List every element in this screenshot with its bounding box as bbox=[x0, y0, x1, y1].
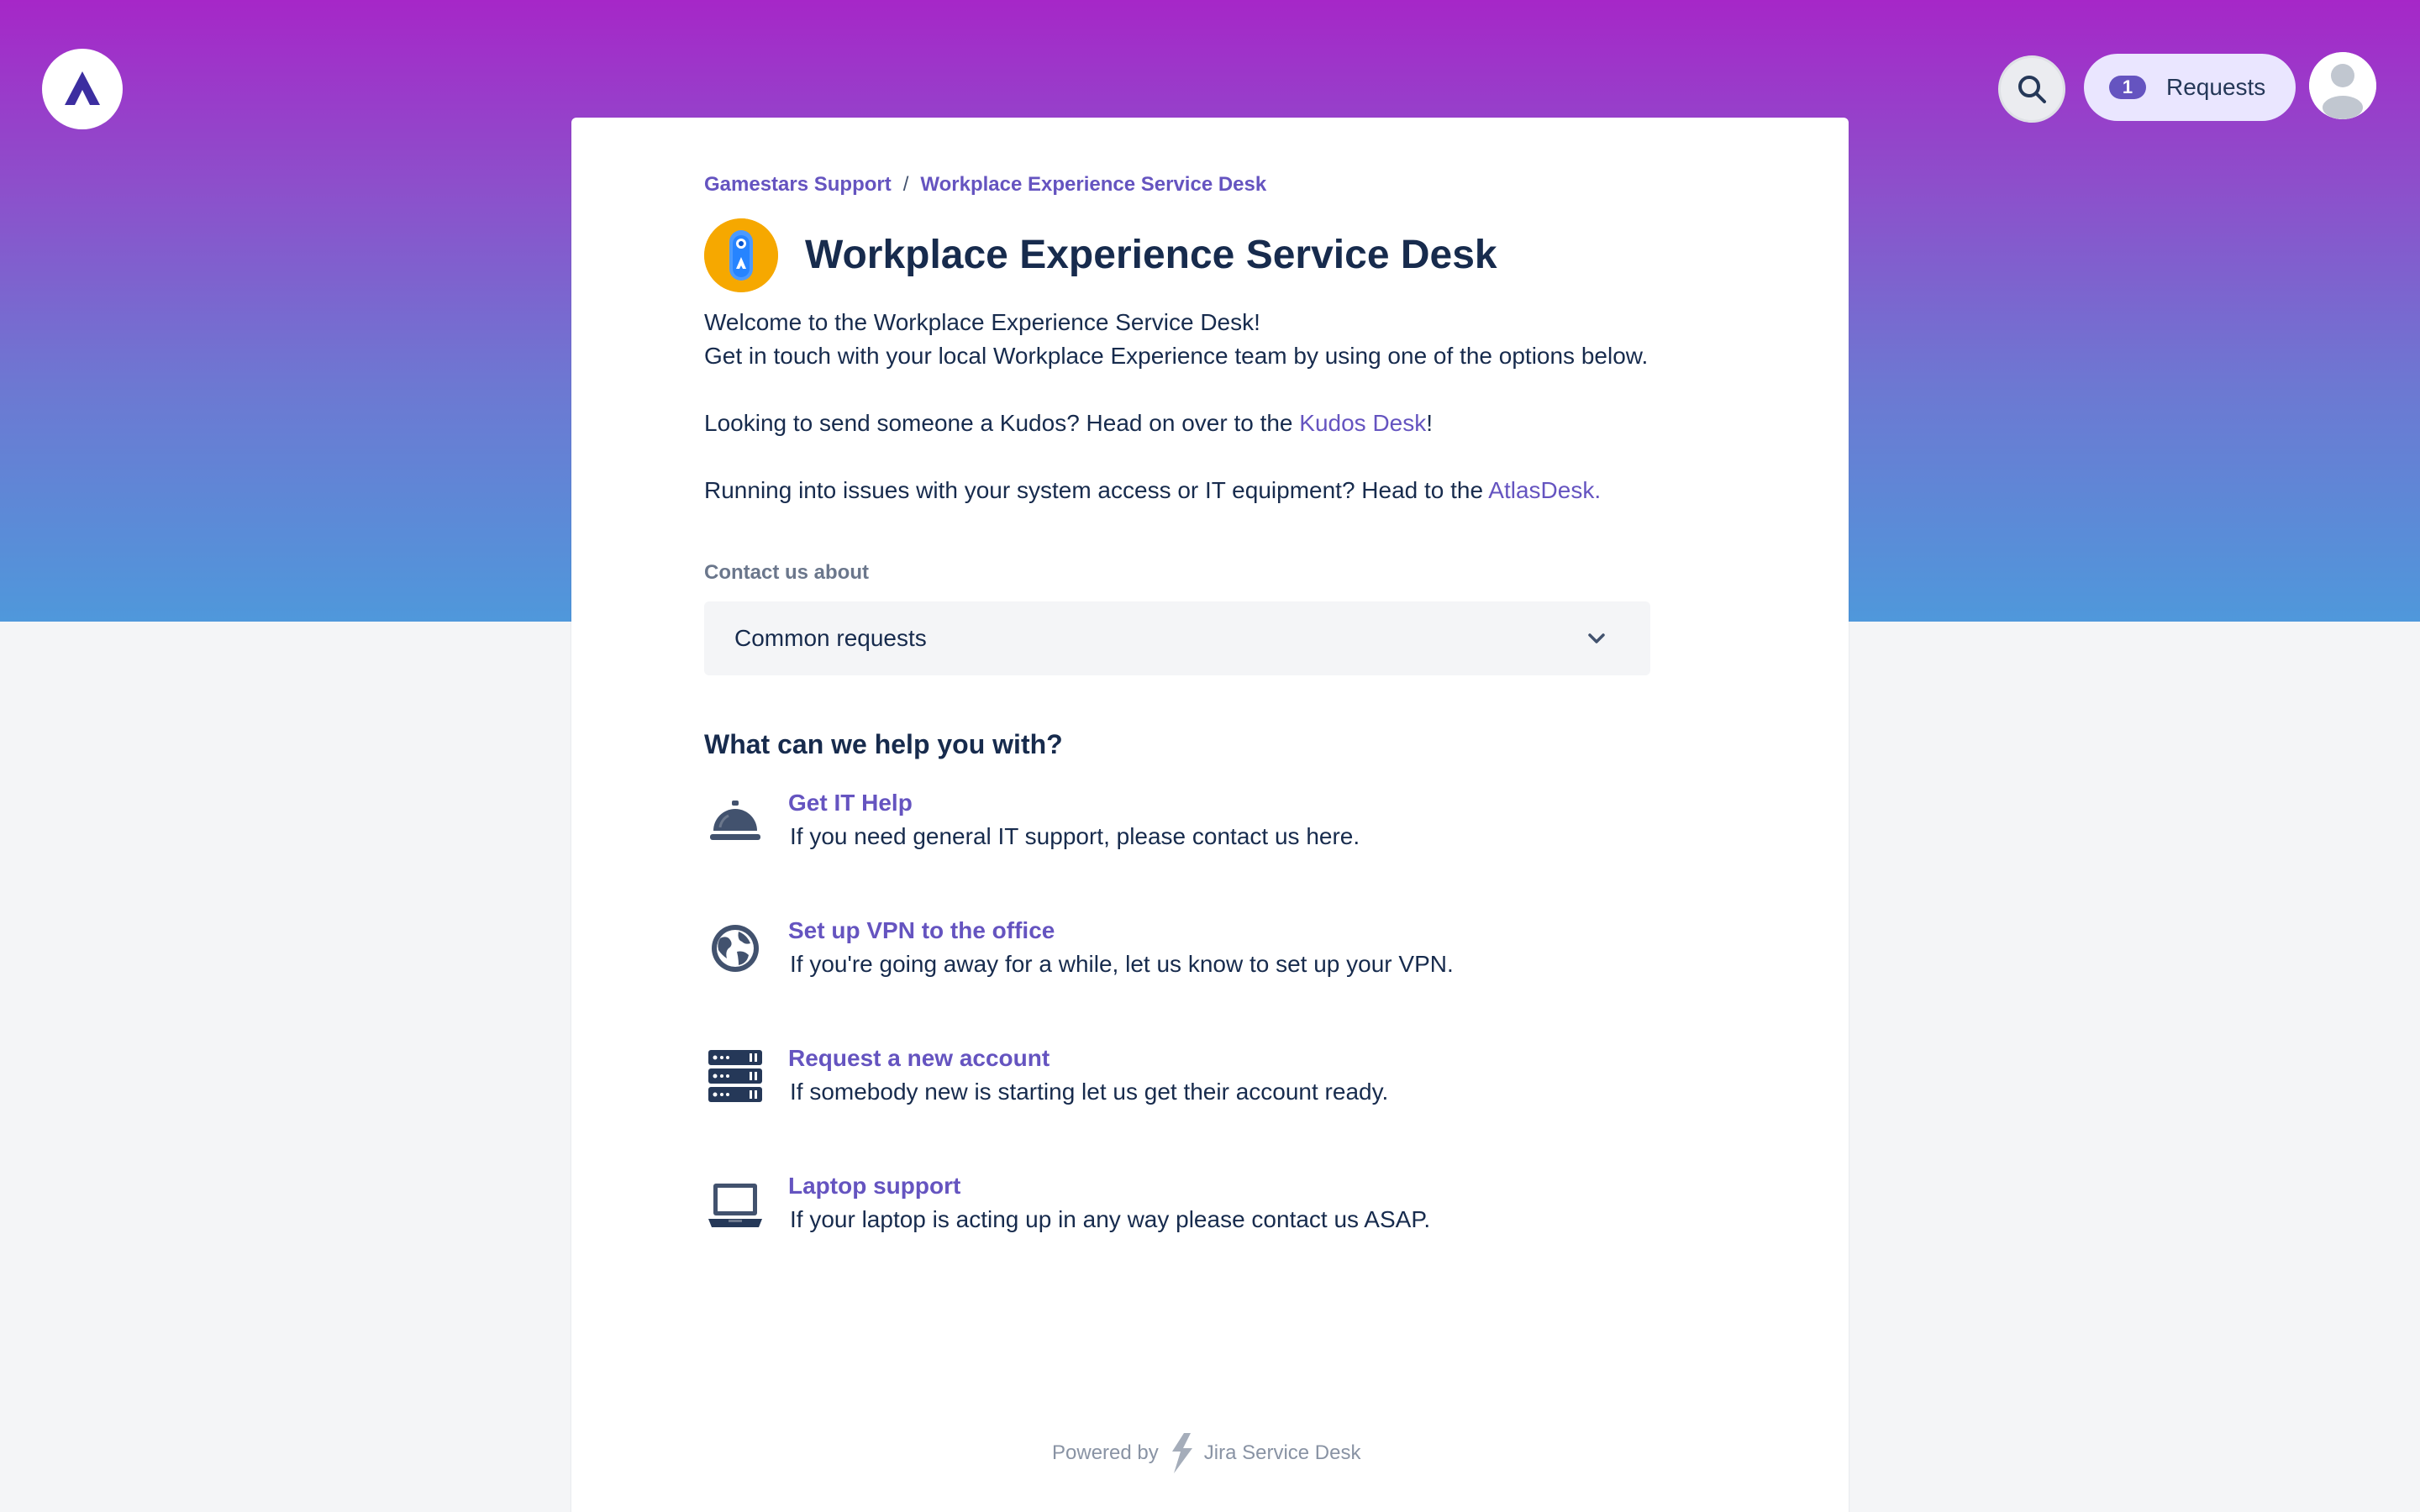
portal-rocket-icon bbox=[704, 218, 778, 292]
request-group-select[interactable]: Common requests bbox=[704, 601, 1650, 675]
breadcrumb: Gamestars Support / Workplace Experience… bbox=[704, 171, 1266, 198]
kudos-line: Looking to send someone a Kudos? Head on… bbox=[704, 407, 1797, 440]
atlasdesk-link[interactable]: AtlasDesk. bbox=[1488, 477, 1601, 503]
jira-service-desk-logo-icon bbox=[1171, 1433, 1192, 1473]
chevron-down-icon bbox=[1588, 633, 1605, 643]
globe-icon bbox=[704, 917, 766, 979]
search-button[interactable] bbox=[1998, 55, 2065, 123]
portal-description: Welcome to the Workplace Experience Serv… bbox=[704, 306, 1797, 507]
laptop-icon bbox=[704, 1173, 766, 1235]
breadcrumb-separator: / bbox=[902, 173, 909, 196]
description-line: Welcome to the Workplace Experience Serv… bbox=[704, 309, 1260, 335]
request-type-laptop-support[interactable]: Laptop support If your laptop is acting … bbox=[704, 1173, 1712, 1248]
user-avatar-icon bbox=[2309, 52, 2376, 119]
requests-label: Requests bbox=[2166, 74, 2266, 100]
atlassian-logo-icon bbox=[65, 71, 100, 105]
request-type-description: If somebody new is starting let us get t… bbox=[790, 1079, 1389, 1105]
page-title: Workplace Experience Service Desk bbox=[805, 233, 1497, 277]
request-type-description: If your laptop is acting up in any way p… bbox=[790, 1206, 1431, 1232]
request-group-selected-value: Common requests bbox=[734, 625, 927, 651]
breadcrumb-portal-link[interactable]: Workplace Experience Service Desk bbox=[920, 173, 1266, 197]
kudos-desk-link[interactable]: Kudos Desk bbox=[1299, 410, 1426, 436]
request-type-title: Laptop support bbox=[788, 1173, 961, 1199]
jira-service-desk-link[interactable]: Powered by Jira Service Desk bbox=[1052, 1431, 1360, 1475]
help-heading: What can we help you with? bbox=[704, 729, 1063, 759]
requests-button[interactable]: 1 Requests bbox=[2084, 54, 2296, 121]
request-type-get-it-help[interactable]: Get IT Help If you need general IT suppo… bbox=[704, 790, 1712, 865]
home-logo-button[interactable] bbox=[42, 49, 123, 129]
breadcrumb-help-center-link[interactable]: Gamestars Support bbox=[704, 173, 892, 197]
request-type-new-account[interactable]: Request a new account If somebody new is… bbox=[704, 1045, 1712, 1121]
service-bell-icon bbox=[704, 790, 766, 852]
server-icon bbox=[704, 1045, 766, 1107]
search-icon bbox=[2018, 76, 2046, 103]
request-type-description: If you need general IT support, please c… bbox=[790, 823, 1360, 849]
powered-by-label: Powered by bbox=[1052, 1441, 1159, 1464]
requests-count-badge: 1 bbox=[2109, 76, 2146, 99]
it-text: Running into issues with your system acc… bbox=[704, 477, 1489, 503]
kudos-suffix: ! bbox=[1426, 410, 1434, 436]
request-type-title: Get IT Help bbox=[788, 790, 913, 816]
request-type-title: Request a new account bbox=[788, 1045, 1050, 1071]
it-line: Running into issues with your system acc… bbox=[704, 474, 1797, 507]
description-line: Get in touch with your local Workplace E… bbox=[704, 343, 1649, 369]
profile-avatar-button[interactable] bbox=[2309, 52, 2376, 119]
contact-us-label: Contact us about bbox=[704, 561, 869, 584]
request-type-title: Set up VPN to the office bbox=[788, 917, 1055, 943]
kudos-text: Looking to send someone a Kudos? Head on… bbox=[704, 410, 1300, 436]
request-type-description: If you're going away for a while, let us… bbox=[790, 951, 1454, 977]
request-type-vpn[interactable]: Set up VPN to the office If you're going… bbox=[704, 917, 1712, 993]
powered-by-footer: Powered by Jira Service Desk bbox=[1052, 1431, 1360, 1475]
jira-service-desk-label: Jira Service Desk bbox=[1203, 1441, 1361, 1464]
